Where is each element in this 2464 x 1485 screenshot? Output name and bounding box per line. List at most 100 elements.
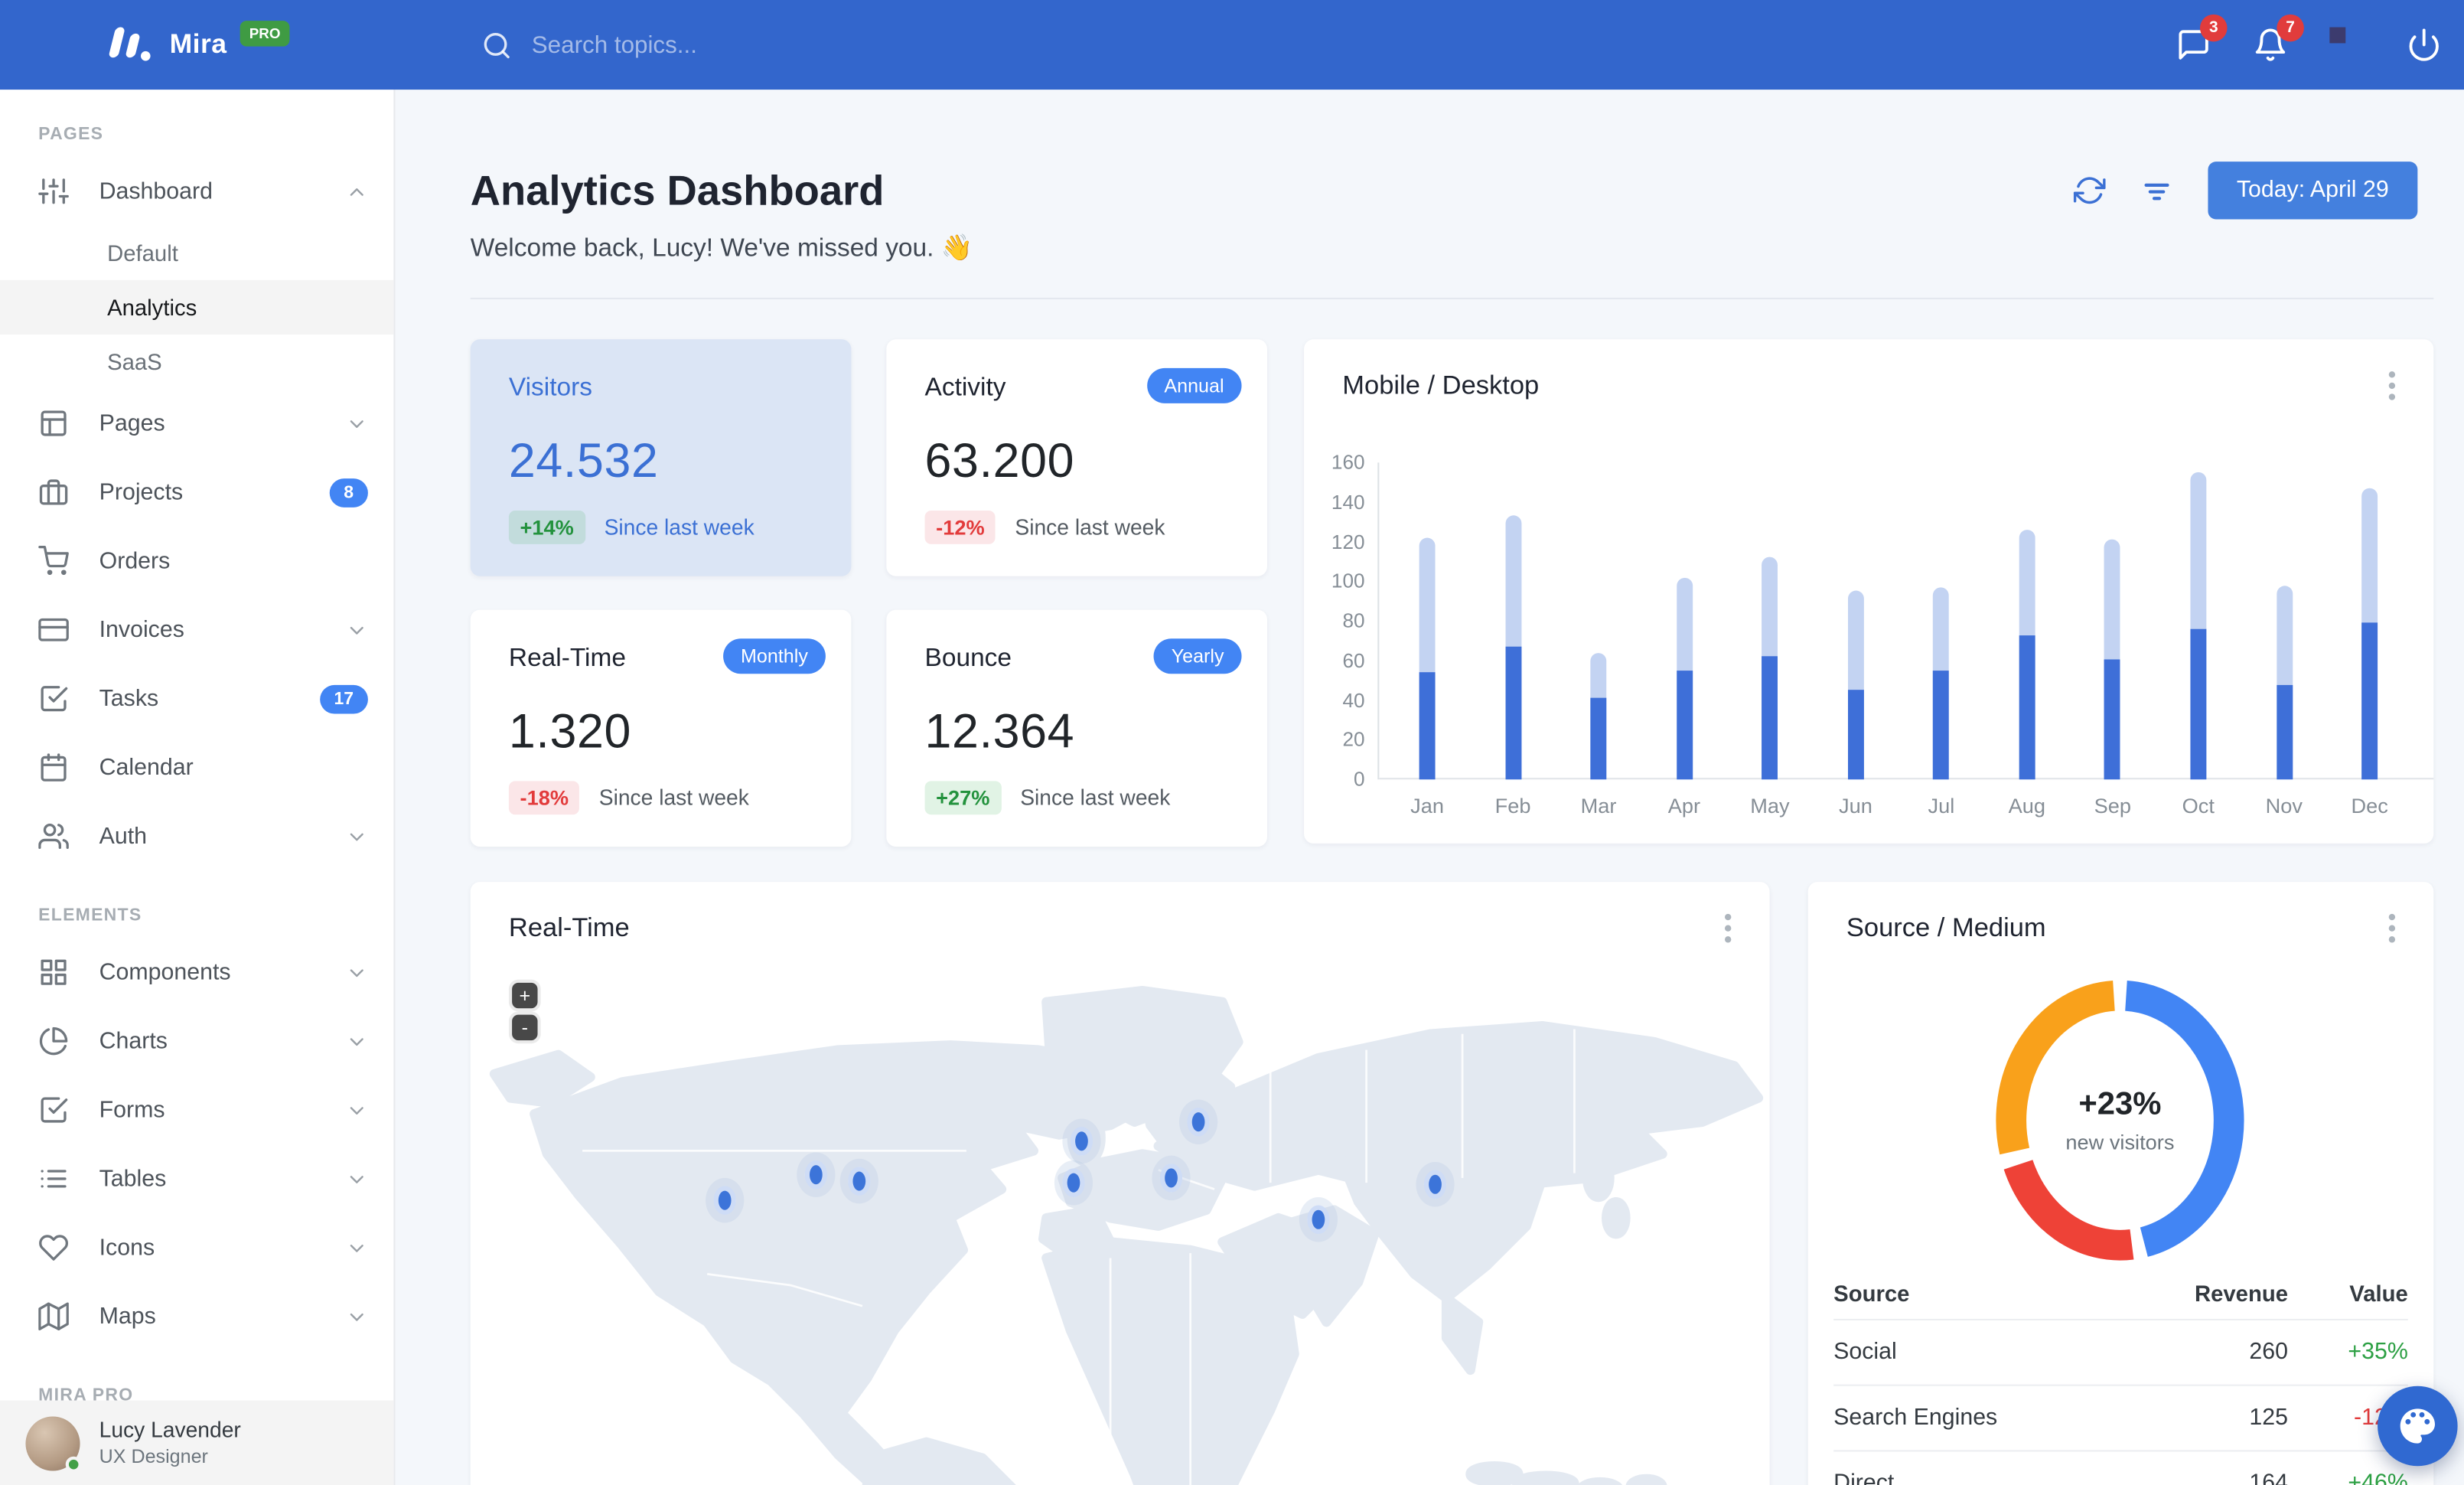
map-zoom-in-button[interactable]: + — [512, 982, 538, 1009]
stat-value: 12.364 — [924, 706, 1075, 759]
stacked-bar-jul[interactable] — [1933, 587, 1950, 780]
sidebar-item-label: Icons — [99, 1235, 155, 1261]
stacked-bar-mar[interactable] — [1590, 653, 1607, 780]
chevron-down-icon — [346, 412, 368, 434]
map-marker[interactable] — [1186, 1108, 1210, 1137]
sidebar-item-calendar[interactable]: Calendar — [0, 733, 393, 802]
col-value: Value — [2349, 1279, 2408, 1306]
stat-label: Activity — [924, 374, 1006, 402]
palette-icon — [2400, 1408, 2436, 1444]
search-input[interactable] — [531, 31, 948, 59]
logout-button[interactable] — [2407, 28, 2442, 63]
stacked-bar-nov[interactable] — [2276, 586, 2293, 780]
sidebar-item-dashboard[interactable]: Dashboard — [0, 157, 393, 226]
delta-chip: -18% — [508, 781, 580, 815]
top-navbar: Mira PRO 3 7 — [0, 0, 2464, 90]
map-marker[interactable] — [1307, 1205, 1331, 1234]
sidebar-user[interactable]: Lucy Lavender UX Designer — [0, 1400, 394, 1485]
x-axis-label: Oct — [2182, 794, 2215, 818]
kebab-menu-icon[interactable] — [1715, 913, 1740, 943]
check-square-icon — [38, 684, 69, 714]
map-marker[interactable] — [1424, 1170, 1447, 1199]
sidebar-item-auth[interactable]: Auth — [0, 802, 393, 871]
cart-icon — [38, 545, 69, 576]
stacked-bar-apr[interactable] — [1676, 577, 1693, 780]
language-button[interactable] — [2329, 27, 2365, 63]
stacked-bar-aug[interactable] — [2019, 530, 2035, 780]
table-row-direct: Direct 164 +46% — [1833, 1450, 2408, 1485]
messages-button[interactable]: 3 — [2176, 14, 2228, 63]
main-content: Analytics Dashboard Welcome back, Lucy! … — [395, 90, 2464, 1485]
table-row-search-engines: Search Engines125-12% — [1833, 1384, 2408, 1451]
mobile-desktop-chart-card: Mobile / Desktop 0 20 40 60 80 100 120 140 160 Ja… — [1304, 339, 2434, 844]
briefcase-icon — [38, 477, 69, 508]
refresh-icon — [2073, 177, 2106, 204]
cell-value: +35% — [2348, 1340, 2408, 1366]
sidebar-item-invoices[interactable]: Invoices — [0, 596, 393, 664]
sidebar-item-tables[interactable]: Tables — [0, 1144, 393, 1213]
chart-title: Mobile / Desktop — [1342, 371, 1540, 400]
stacked-bar-may[interactable] — [1762, 556, 1778, 780]
sidebar-item-charts[interactable]: Charts — [0, 1007, 393, 1075]
sidebar-subitem-label: Analytics — [107, 294, 197, 321]
sidebar-item-projects[interactable]: Projects 8 — [0, 458, 393, 527]
brand[interactable]: Mira PRO — [103, 21, 291, 65]
refresh-button[interactable] — [2073, 175, 2106, 207]
chevron-down-icon — [346, 1305, 368, 1327]
sidebar-item-tasks[interactable]: Tasks 17 — [0, 664, 393, 733]
date-button[interactable]: Today: April 29 — [2208, 162, 2418, 220]
map-marker[interactable] — [804, 1160, 827, 1190]
sidebar-item-maps[interactable]: Maps — [0, 1282, 393, 1351]
sidebar-subitem-saas[interactable]: SaaS — [0, 335, 393, 389]
chevron-down-icon — [346, 1030, 368, 1052]
sidebar-item-orders[interactable]: Orders — [0, 527, 393, 596]
stat-note: Since last week — [598, 785, 749, 810]
avatar — [25, 1415, 82, 1472]
map-marker[interactable] — [1061, 1168, 1085, 1197]
chevron-down-icon — [346, 618, 368, 641]
sidebar: PAGES Dashboard Default Analytics SaaS Pages P… — [0, 90, 396, 1485]
notifications-button[interactable]: 7 — [2253, 14, 2304, 63]
kebab-menu-icon[interactable] — [2379, 371, 2404, 400]
map-marker[interactable] — [1070, 1127, 1093, 1156]
sidebar-item-forms[interactable]: Forms — [0, 1075, 393, 1144]
stacked-bar-jan[interactable] — [1419, 537, 1436, 780]
kebab-menu-icon[interactable] — [2379, 913, 2404, 943]
world-map[interactable] — [471, 978, 1770, 1485]
map-marker[interactable] — [713, 1186, 737, 1215]
sidebar-subitem-analytics[interactable]: Analytics — [0, 279, 394, 335]
map-marker[interactable] — [1160, 1164, 1184, 1193]
cell-source: Social — [1833, 1340, 1897, 1366]
sidebar-item-components[interactable]: Components — [0, 938, 393, 1007]
y-axis-tick: 60 — [1342, 649, 1365, 672]
sidebar-item-icons[interactable]: Icons — [0, 1213, 393, 1282]
stacked-bar-oct[interactable] — [2190, 472, 2207, 780]
filter-button[interactable] — [2140, 175, 2172, 207]
sidebar-subitem-default[interactable]: Default — [0, 226, 393, 280]
map-marker[interactable] — [847, 1167, 870, 1196]
x-axis-label: Aug — [2008, 794, 2046, 818]
map-zoom-out-button[interactable]: - — [512, 1014, 538, 1041]
sidebar-item-pages[interactable]: Pages — [0, 389, 393, 458]
page-subtitle: Welcome back, Lucy! We've missed you. 👋 — [470, 235, 973, 263]
map-title: Real-Time — [508, 913, 630, 943]
delta-chip: -12% — [924, 510, 996, 544]
y-axis-tick: 40 — [1342, 689, 1365, 712]
sidebar-item-label: Orders — [99, 548, 171, 574]
stacked-bar-jun[interactable] — [1847, 590, 1864, 780]
x-axis-label: Nov — [2265, 794, 2303, 818]
period-badge[interactable]: Yearly — [1153, 638, 1242, 674]
y-axis-tick: 100 — [1331, 570, 1365, 593]
sidebar-subitem-label: Default — [107, 240, 178, 266]
cell-source: Search Engines — [1833, 1405, 1998, 1431]
count-badge: 8 — [329, 478, 368, 507]
theme-settings-fab[interactable] — [2378, 1385, 2458, 1467]
period-badge[interactable]: Annual — [1146, 367, 1242, 403]
chevron-down-icon — [346, 1236, 368, 1258]
stacked-bar-dec[interactable] — [2361, 488, 2378, 780]
period-badge[interactable]: Monthly — [723, 638, 826, 674]
stacked-bar-sep[interactable] — [2104, 539, 2121, 780]
sidebar-item-label: Charts — [99, 1028, 168, 1054]
x-axis-label: Dec — [2351, 794, 2388, 818]
stacked-bar-feb[interactable] — [1504, 515, 1521, 780]
